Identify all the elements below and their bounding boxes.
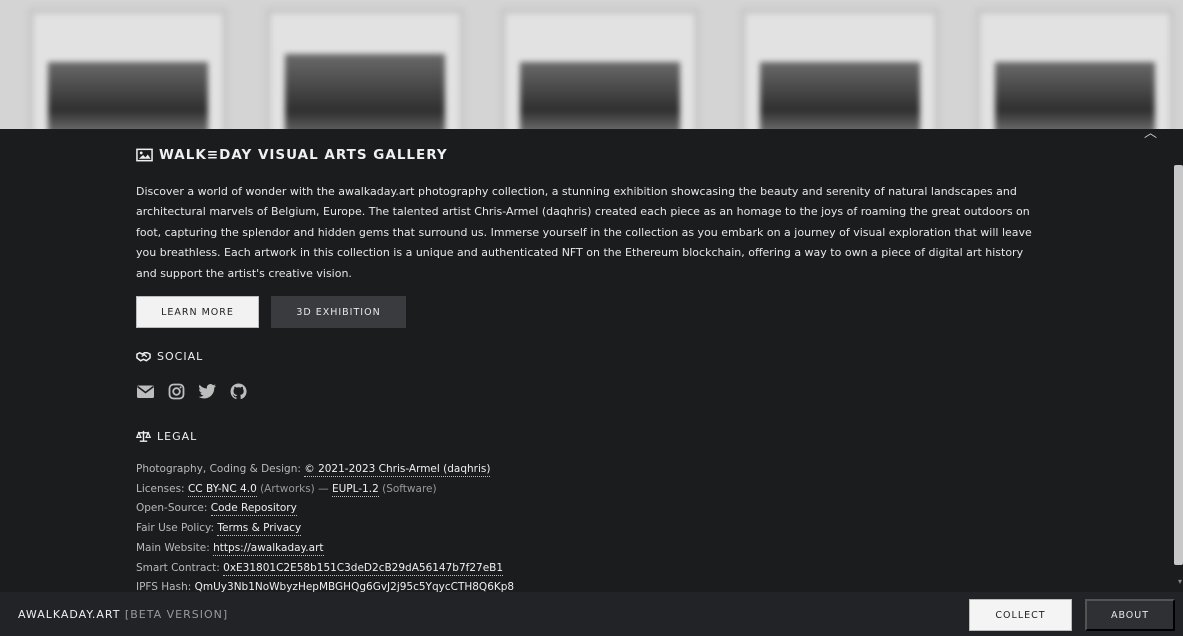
email-icon[interactable] bbox=[136, 383, 155, 400]
opensource-label: Open-Source: bbox=[136, 502, 211, 515]
image-icon bbox=[136, 148, 153, 162]
brand[interactable]: AWALKADAY.ART [BETA VERSION] bbox=[18, 608, 228, 621]
twitter-icon[interactable] bbox=[198, 383, 217, 400]
credits-label: Photography, Coding & Design: bbox=[136, 463, 305, 476]
scrollbar[interactable]: ▾ bbox=[1173, 129, 1183, 592]
contract-label: Smart Contract: bbox=[136, 561, 224, 574]
github-icon[interactable] bbox=[229, 383, 248, 400]
about-button[interactable]: ABOUT bbox=[1085, 599, 1175, 631]
legal-title: LEGAL bbox=[157, 430, 198, 444]
license-artworks-link[interactable]: CC BY-NC 4.0 bbox=[187, 482, 257, 497]
social-links bbox=[136, 383, 1036, 400]
main-website-link[interactable]: https://awalkaday.art bbox=[213, 541, 324, 556]
fairuse-label: Fair Use Policy: bbox=[136, 522, 218, 535]
license-software-link[interactable]: EUPL-1.2 bbox=[331, 482, 379, 497]
licenses-row: Licenses: CC BY-NC 4.0 (Artworks) — EUPL… bbox=[136, 480, 1036, 500]
gallery-description: Discover a world of wonder with the awal… bbox=[136, 185, 1032, 280]
collect-button[interactable]: COLLECT bbox=[969, 599, 1072, 631]
info-content: WALK≡DAY VISUAL ARTS GALLERY Discover a … bbox=[136, 147, 1036, 598]
info-panel: ︿ ▾ WALK≡DAY VISUAL ARTS GALLERY Discove… bbox=[0, 127, 1183, 596]
legal-heading: LEGAL bbox=[136, 430, 1036, 443]
terms-privacy-link[interactable]: Terms & Privacy bbox=[217, 522, 302, 537]
contract-row: Smart Contract: 0xE31801C2E58b151C3deD2c… bbox=[136, 559, 1036, 579]
smart-contract-link[interactable]: 0xE31801C2E58b151C3deD2cB29dA56147b7f27e… bbox=[223, 561, 504, 576]
code-repository-link[interactable]: Code Repository bbox=[210, 502, 297, 517]
brand-name: AWALKADAY.ART bbox=[18, 608, 121, 621]
3d-exhibition-button[interactable]: 3D EXHIBITION bbox=[271, 296, 406, 329]
website-row: Main Website: https://awalkaday.art bbox=[136, 539, 1036, 559]
instagram-icon[interactable] bbox=[167, 383, 186, 400]
social-title: SOCIAL bbox=[157, 350, 204, 364]
legal-info: Photography, Coding & Design: © 2021-202… bbox=[136, 460, 1036, 598]
fairuse-row: Fair Use Policy: Terms & Privacy bbox=[136, 519, 1036, 539]
balance-scale-icon bbox=[136, 430, 151, 443]
licenses-label: Licenses: bbox=[136, 482, 188, 495]
scrollbar-thumb[interactable] bbox=[1174, 165, 1183, 565]
gallery-actions: LEARN MORE 3D EXHIBITION bbox=[136, 296, 1036, 329]
social-heading: SOCIAL bbox=[136, 350, 1036, 363]
gallery-heading: WALK≡DAY VISUAL ARTS GALLERY bbox=[136, 147, 1036, 163]
license-software-note: (Software) bbox=[378, 482, 437, 495]
opensource-row: Open-Source: Code Repository bbox=[136, 499, 1036, 519]
gallery-title: WALK≡DAY VISUAL ARTS GALLERY bbox=[159, 147, 448, 163]
website-label: Main Website: bbox=[136, 541, 214, 554]
beta-label: [BETA VERSION] bbox=[120, 608, 229, 621]
learn-more-button[interactable]: LEARN MORE bbox=[136, 296, 259, 329]
footer-bar: AWALKADAY.ART [BETA VERSION] COLLECT ABO… bbox=[0, 592, 1183, 636]
credits-row: Photography, Coding & Design: © 2021-202… bbox=[136, 460, 1036, 480]
credits-link[interactable]: © 2021-2023 Chris-Armel (daqhris) bbox=[304, 463, 491, 478]
chevron-up-icon[interactable]: ︿ bbox=[1144, 127, 1157, 140]
handshake-icon bbox=[136, 350, 151, 363]
scroll-down-icon[interactable]: ▾ bbox=[1178, 577, 1182, 586]
license-artworks-note: (Artworks) — bbox=[256, 482, 332, 495]
